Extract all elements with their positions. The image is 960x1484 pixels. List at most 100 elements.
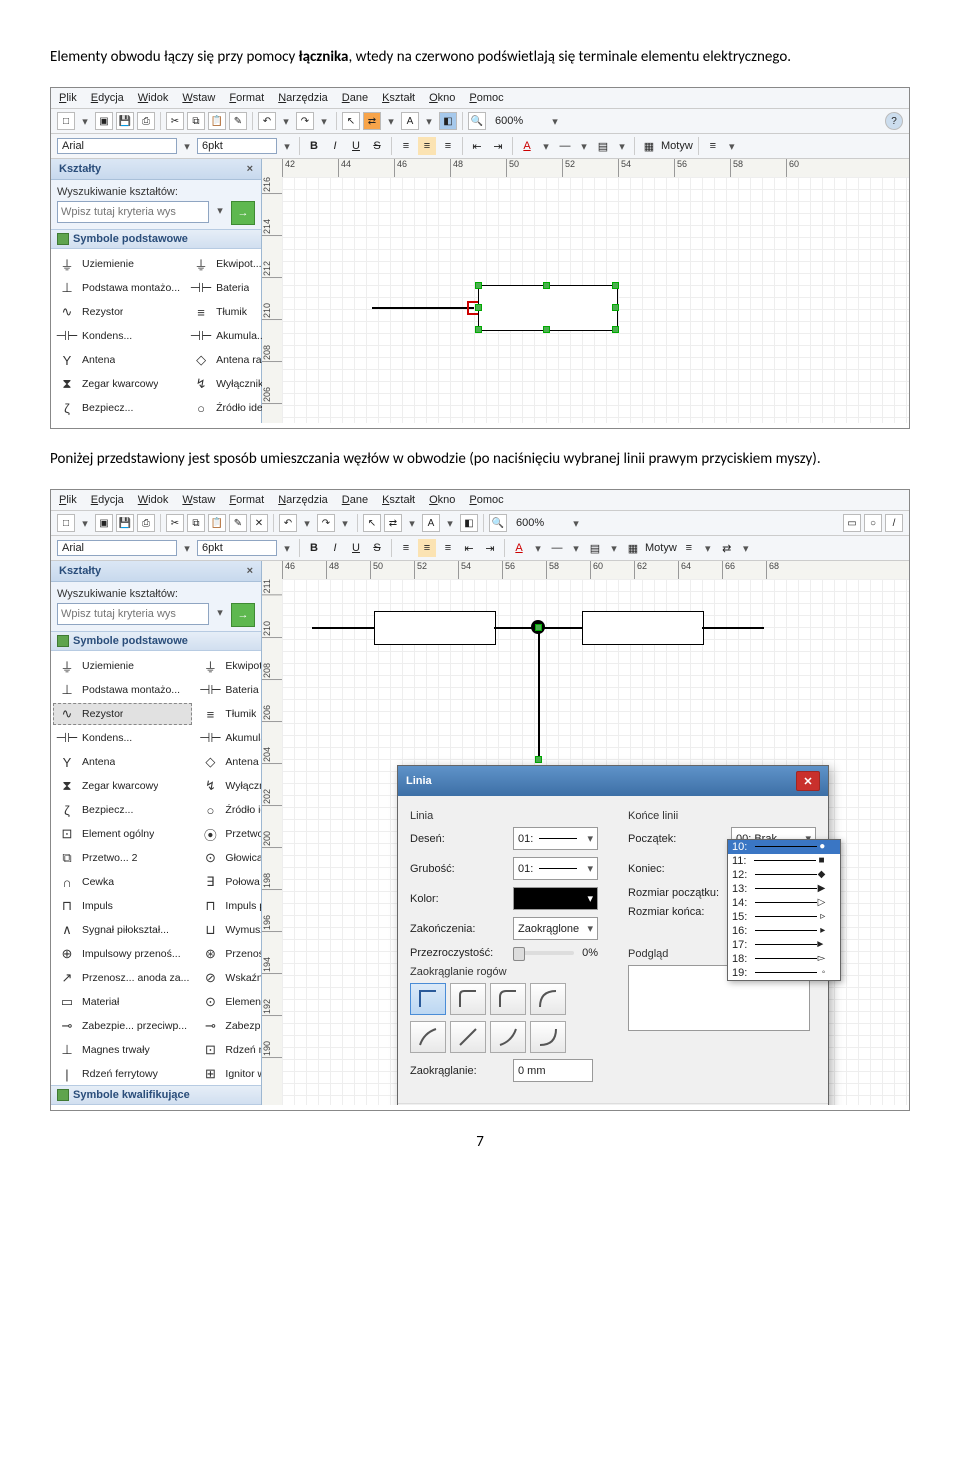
shape-item[interactable]: ⏚Ekwipot... (196, 655, 261, 677)
text-icon[interactable]: A (401, 112, 419, 130)
dropdown-option[interactable]: 11:■ (728, 854, 840, 868)
shape-item[interactable]: ⊡Element ogólny (53, 823, 192, 845)
align-left-icon[interactable]: ≡ (397, 539, 415, 557)
shape-item[interactable]: ⊣⊢Bateria (196, 679, 261, 701)
bold-icon[interactable]: B (305, 539, 323, 557)
search-input[interactable] (57, 603, 209, 625)
line-icon[interactable]: / (885, 514, 903, 532)
pointer-icon[interactable]: ↖ (363, 514, 381, 532)
shape-item[interactable]: ⊣⊢Akumula... (196, 727, 261, 749)
size-combo[interactable]: 6pkt (197, 138, 277, 154)
fill-icon[interactable]: ▤ (586, 539, 604, 557)
round-value[interactable]: 0 mm (513, 1059, 593, 1082)
menu-wstaw[interactable]: Wstaw (182, 494, 215, 506)
font-color-icon[interactable]: A (518, 137, 536, 155)
copy-icon[interactable]: ⧉ (187, 514, 205, 532)
color-combo[interactable]: ▾ (513, 887, 598, 910)
size-combo[interactable]: 6pkt (197, 540, 277, 556)
shape-item[interactable]: ⊞Ignitor wtykowy (196, 1063, 261, 1085)
dropdown-option[interactable]: 13:▶ (728, 882, 840, 896)
menu-format[interactable]: Format (229, 92, 264, 104)
menu-edycja[interactable]: Edycja (91, 494, 124, 506)
shape-item[interactable]: ⊣⊢Kondens... (53, 325, 183, 347)
shape-item[interactable]: ○Źródło idealne (196, 799, 261, 821)
shape-item[interactable]: ⊥Podstawa montażo... (53, 277, 183, 299)
italic-icon[interactable]: I (326, 539, 344, 557)
resize-handle[interactable] (612, 326, 619, 333)
round-s[interactable] (450, 983, 486, 1015)
align-right-icon[interactable]: ≡ (439, 137, 457, 155)
menu-kształt[interactable]: Kształt (382, 494, 415, 506)
menu-okno[interactable]: Okno (429, 92, 455, 104)
round-inv-xl[interactable] (530, 1021, 566, 1053)
connector-icon[interactable]: ⇄ (363, 112, 381, 130)
dropdown-option[interactable]: 12:◆ (728, 868, 840, 882)
zoom-combo[interactable]: 600% (495, 115, 545, 127)
shape-item[interactable]: ◇Antena ramowa (196, 751, 261, 773)
connector-icon[interactable]: ⇄ (384, 514, 402, 532)
endpoint-handle[interactable] (535, 756, 542, 763)
round-none[interactable] (410, 983, 446, 1015)
menu-wstaw[interactable]: Wstaw (182, 92, 215, 104)
redo-icon[interactable]: ↷ (317, 514, 335, 532)
shapes-icon[interactable]: ◧ (460, 514, 478, 532)
redo-icon[interactable]: ↷ (296, 112, 314, 130)
lines-icon[interactable]: ≡ (704, 137, 722, 155)
cut-icon[interactable]: ✂ (166, 112, 184, 130)
dropdown-option[interactable]: 14:▷ (728, 896, 840, 910)
shape-item[interactable]: ⧉Przetwo... 2 (53, 847, 192, 869)
font-combo[interactable]: Arial (57, 138, 177, 154)
round-l[interactable] (530, 983, 566, 1015)
close-icon[interactable]: × (247, 565, 253, 577)
underline-icon[interactable]: U (347, 137, 365, 155)
ellipse-icon[interactable]: ○ (864, 514, 882, 532)
search-input[interactable] (57, 201, 209, 223)
shape-item[interactable]: ↗Przenosz... anoda za... (53, 967, 192, 989)
dd[interactable]: ▾ (78, 112, 92, 130)
menu-okno[interactable]: Okno (429, 494, 455, 506)
new-icon[interactable]: □ (57, 112, 75, 130)
save-icon[interactable]: 💾 (116, 112, 134, 130)
resize-handle[interactable] (475, 326, 482, 333)
menu-pomoc[interactable]: Pomoc (469, 92, 503, 104)
shape-item[interactable]: ⊕Impulsowy przenoś... (53, 943, 192, 965)
brush-icon[interactable]: ✎ (229, 112, 247, 130)
font-combo[interactable]: Arial (57, 540, 177, 556)
search-go-button[interactable]: → (231, 603, 255, 627)
align-center-icon[interactable]: ≡ (418, 539, 436, 557)
shape-item[interactable]: ⊓Impuls przemie... (196, 895, 261, 917)
shape-item[interactable]: ⊸Zabezpie... przeciwp... (53, 1015, 192, 1037)
menu-plik[interactable]: Plik (59, 92, 77, 104)
resize-handle[interactable] (612, 304, 619, 311)
shape-item[interactable]: ⊔Wymusz... skokowe (196, 919, 261, 941)
rect-icon[interactable]: ▭ (843, 514, 861, 532)
shape-item[interactable]: ↯Wyłącznik (196, 775, 261, 797)
align-center-icon[interactable]: ≡ (418, 137, 436, 155)
menu-narzędzia[interactable]: Narzędzia (278, 494, 328, 506)
indent-dec-icon[interactable]: ⇤ (460, 539, 478, 557)
help-icon[interactable]: ? (885, 112, 903, 130)
end-style-dropdown[interactable]: 10:●11:■12:◆13:▶14:▷15:▹16:▸17:►18:▻19:◦ (727, 839, 841, 981)
dropdown-option[interactable]: 18:▻ (728, 952, 840, 966)
round-inv-s[interactable] (410, 1021, 446, 1053)
paste-icon[interactable]: 📋 (208, 514, 226, 532)
resize-handle[interactable] (543, 326, 550, 333)
text-icon[interactable]: A (422, 514, 440, 532)
print-icon[interactable]: ⎙ (137, 514, 155, 532)
shape-item[interactable]: ⏚Uziemienie (53, 253, 183, 275)
caps-combo[interactable]: Zaokrąglone▾ (513, 917, 598, 940)
new-icon[interactable]: □ (57, 514, 75, 532)
transparency-slider[interactable] (513, 951, 574, 955)
arrows-icon[interactable]: ⇄ (718, 539, 736, 557)
lines-icon[interactable]: ≡ (680, 539, 698, 557)
resize-handle[interactable] (612, 282, 619, 289)
align-left-icon[interactable]: ≡ (397, 137, 415, 155)
shape-item[interactable]: ⊙Głowica adaptera (196, 847, 261, 869)
shape-item[interactable]: ∧Sygnał piłokształ... (53, 919, 192, 941)
shape-item[interactable]: ⊡Rdzeń magnety... (196, 1039, 261, 1061)
shapes-icon[interactable]: ◧ (439, 112, 457, 130)
zoom-combo[interactable]: 600% (516, 517, 566, 529)
indent-dec-icon[interactable]: ⇤ (468, 137, 486, 155)
menu-pomoc[interactable]: Pomoc (469, 494, 503, 506)
theme-icon[interactable]: ▦ (624, 539, 642, 557)
